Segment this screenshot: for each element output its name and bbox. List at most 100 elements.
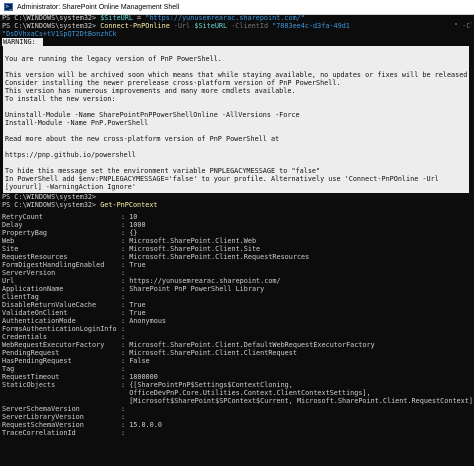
property-separator: : [121, 237, 130, 245]
property-separator: : [121, 317, 130, 325]
property-row: FormsAuthenticationLoginInfo: [2, 325, 472, 333]
property-separator: : [121, 421, 130, 429]
property-separator: : [121, 325, 130, 333]
property-name: DisableReturnValueCache [2, 301, 97, 309]
property-row: ClientTag: [2, 293, 472, 301]
property-row: RequestSchemaVersion: 15.0.0.0 [2, 421, 472, 429]
property-name: StaticObjects [2, 381, 56, 389]
property-value: True [129, 261, 146, 269]
property-row: Tag: [2, 365, 472, 373]
property-row: Url: https://yunusemrearac.sharepoint.co… [2, 277, 472, 285]
property-separator: : [121, 405, 130, 413]
property-separator: : [121, 245, 130, 253]
property-row: RequestResources: Microsoft.SharePoint.C… [2, 253, 472, 261]
property-value: [Microsoft$SharePoint$SPContext$Current,… [129, 397, 472, 405]
property-name: ApplicationName [2, 285, 64, 293]
warning-line [5, 63, 469, 71]
property-value: True [129, 301, 146, 309]
property-name: FormDigestHandlingEnabled [2, 261, 105, 269]
property-row: AuthenticationMode: Anonymous [2, 317, 472, 325]
property-row: WebRequestExecutorFactory: Microsoft.Sha… [2, 341, 472, 349]
parameter: -ClientSecret [462, 22, 472, 30]
property-list: RetryCount: 10 Delay: 1000 PropertyBag: {}… [2, 213, 472, 437]
warning-line: [yoururl] -WarningAction Ignore' [5, 183, 136, 191]
warning-line: Uninstall-Module -Name SharePointPnPPowe… [5, 111, 300, 119]
variable: $SiteURL [194, 22, 228, 30]
property-separator: : [121, 213, 130, 221]
warning-line [5, 127, 469, 135]
prompt-line: PS C:\WINDOWS\system32> [2, 193, 101, 201]
property-row: Web: Microsoft.SharePoint.Client.Web [2, 237, 472, 245]
property-name: ServerSchemaVersion [2, 405, 80, 413]
warning-line: You are running the legacy version of Pn… [5, 55, 222, 63]
warning-label: WARNING: [2, 38, 43, 46]
prompt: PS C:\WINDOWS\system32> [2, 22, 101, 30]
property-separator [121, 397, 129, 405]
property-separator: : [121, 221, 130, 229]
warning-line: Consider installing the newer prerelease… [5, 79, 341, 87]
property-name: AuthenticationMode [2, 317, 76, 325]
property-row: RequestTimeout: 1800000 [2, 373, 472, 381]
title-bar: >_ Administrator: SharePoint Online Mana… [0, 0, 474, 15]
property-separator [121, 389, 129, 397]
property-value: Microsoft.SharePoint.Client.RequestResou… [129, 253, 310, 261]
client-id-value: "7803ee4c-d3fa-49d1 [272, 22, 350, 30]
property-value: Microsoft.SharePoint.Client.DefaultWebRe… [129, 341, 375, 349]
property-separator: : [121, 285, 130, 293]
property-separator: : [121, 365, 130, 373]
property-separator: : [121, 277, 130, 285]
redaction-bar [120, 31, 179, 37]
warning-line [5, 47, 469, 55]
property-separator: : [121, 341, 130, 349]
property-name: Url [2, 277, 15, 285]
parameter: -ClientId [227, 22, 273, 30]
warning-line: This version will be archived soon which… [5, 71, 472, 79]
warning-line: This version has numerous improvements a… [5, 87, 296, 95]
property-row: ApplicationName: SharePoint PnP PowerShe… [2, 285, 472, 293]
property-name: RequestSchemaVersion [2, 421, 84, 429]
property-row: [Microsoft$SharePoint$SPContext$Current,… [2, 397, 472, 405]
property-row: ServerSchemaVersion: [2, 405, 472, 413]
client-secret-value: "DsDVhxaCs+tV1SpQT2DtBonzhCk [2, 30, 117, 38]
property-value: {[SharePointPnP$Settings$ContextCloning, [129, 381, 293, 389]
property-separator: : [121, 349, 130, 357]
property-value: 1000 [129, 221, 146, 229]
property-name: ClientTag [2, 293, 39, 301]
warning-line: To hide this message set the environment… [5, 167, 321, 175]
property-separator: : [121, 381, 130, 389]
warning-line: To install the new version: [5, 95, 116, 103]
command-line-1: PS C:\WINDOWS\system32> $SiteURL = "http… [2, 14, 472, 22]
property-separator: : [121, 429, 130, 437]
property-separator: : [121, 229, 130, 237]
property-row: OfficeDevPnP.Core.Utilities.Context.Clie… [2, 389, 472, 397]
property-name: RequestTimeout [2, 373, 60, 381]
property-separator: : [121, 293, 130, 301]
property-separator: : [121, 413, 130, 421]
property-separator: : [121, 357, 130, 365]
property-row: HasPendingRequest: False [2, 357, 472, 365]
property-name: HasPendingRequest [2, 357, 72, 365]
prompt: PS C:\WINDOWS\system32> [2, 201, 101, 209]
property-separator: : [121, 253, 130, 261]
prompt: PS C:\WINDOWS\system32> [2, 14, 101, 22]
property-name: WebRequestExecutorFactory [2, 341, 105, 349]
property-name: TraceCorrelationId [2, 429, 76, 437]
property-separator: : [121, 373, 130, 381]
parameter: -Url [169, 22, 195, 30]
property-value: SharePoint PnP PowerShell Library [129, 285, 265, 293]
cmdlet: Get-PnPContext [100, 201, 158, 209]
property-name: ServerLibraryVersion [2, 413, 84, 421]
property-value: Microsoft.SharePoint.Client.Web [129, 237, 257, 245]
property-value: Anonymous [129, 317, 167, 325]
warning-line [5, 103, 469, 111]
property-name: PropertyBag [2, 229, 48, 237]
property-row: PendingRequest: Microsoft.SharePoint.Cli… [2, 349, 472, 357]
command-line-4: PS C:\WINDOWS\system32> Get-PnPContext [2, 201, 472, 209]
powershell-icon: >_ [4, 3, 13, 11]
property-value: True [129, 309, 146, 317]
command-line-2: PS C:\WINDOWS\system32> Connect-PnPOnlin… [2, 22, 472, 30]
cmdlet: Connect-PnPOnline [100, 22, 170, 30]
console-output[interactable]: PS C:\WINDOWS\system32> $SiteURL = "http… [2, 14, 472, 466]
property-row: Credentials: [2, 333, 472, 341]
property-row: DisableReturnValueCache: True [2, 301, 472, 309]
